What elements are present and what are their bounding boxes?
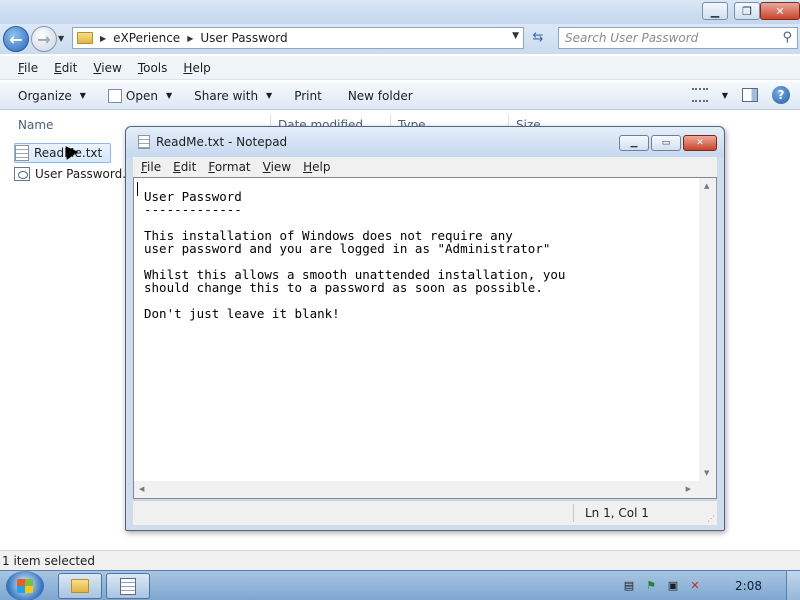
preview-pane-icon[interactable] (742, 88, 758, 102)
text-caret (137, 182, 138, 196)
show-desktop-button[interactable] (786, 571, 800, 600)
horizontal-scrollbar[interactable]: ◀ ▶ (134, 481, 699, 498)
scroll-corner (699, 481, 716, 498)
refresh-icon[interactable]: ⇆ (527, 28, 549, 48)
clock[interactable]: 2:08 (735, 579, 762, 593)
open-button[interactable]: Open ▼ (100, 88, 180, 103)
recent-pages-dropdown[interactable]: ▼ (58, 34, 64, 43)
back-button[interactable]: ← (3, 26, 29, 52)
explorer-icon (71, 579, 89, 593)
menu-help[interactable]: Help (175, 61, 218, 75)
taskbar-notepad-button[interactable] (106, 573, 150, 599)
notepad-text-area[interactable]: User Password ------------- This install… (133, 177, 717, 499)
menu-file[interactable]: File (10, 61, 46, 75)
breadcrumb-arrow-icon[interactable]: ▶ (100, 34, 106, 43)
share-with-button[interactable]: Share with ▼ (186, 89, 280, 103)
organize-label: Organize (18, 88, 72, 103)
volume-muted-icon[interactable]: ✕ (687, 578, 703, 594)
breadcrumb-arrow-icon[interactable]: ▶ (187, 34, 193, 43)
system-tray: ▤ ⚑ ▣ ✕ (595, 573, 800, 599)
notepad-maximize-button[interactable]: ▭ (651, 135, 681, 151)
notepad-menu-help[interactable]: Help (297, 160, 336, 174)
close-button[interactable]: ✕ (760, 2, 800, 20)
print-label: Print (294, 88, 322, 103)
notepad-titlebar[interactable]: ReadMe.txt - Notepad ▁ ▭ ✕ (126, 127, 724, 157)
notepad-icon (138, 135, 150, 149)
chevron-down-icon: ▼ (266, 91, 273, 100)
windows-logo-icon (17, 579, 33, 593)
search-input[interactable]: Search User Password ⚲ (558, 27, 798, 49)
scroll-right-icon[interactable]: ▶ (686, 485, 691, 493)
organize-button[interactable]: Organize ▼ (10, 89, 94, 103)
status-bar: 1 item selected (0, 550, 800, 570)
batch-file-icon (14, 167, 30, 181)
search-icon[interactable]: ⚲ (782, 30, 792, 45)
column-name[interactable]: Name (18, 118, 53, 132)
notepad-menu-view[interactable]: View (257, 160, 297, 174)
help-icon[interactable]: ? (772, 86, 790, 104)
change-view-icon[interactable] (691, 88, 708, 102)
file-name: User Password.b (35, 167, 134, 181)
menu-tools[interactable]: Tools (130, 61, 176, 75)
address-row: ← → ▼ ▶ eXPerience ▶ User Password ▼ ⇆ S… (0, 24, 800, 54)
notepad-menubar: File Edit Format View Help (133, 157, 717, 177)
notepad-title: ReadMe.txt - Notepad (156, 135, 288, 149)
new-folder-label: New folder (347, 88, 413, 103)
notepad-content[interactable]: User Password ------------- This install… (144, 190, 694, 320)
maximize-button[interactable]: ❐ (734, 2, 760, 20)
breadcrumb-experience[interactable]: eXPerience (113, 31, 180, 45)
open-with-icon (107, 88, 122, 103)
minimize-button[interactable]: ▁ (702, 2, 728, 20)
notepad-window: ReadMe.txt - Notepad ▁ ▭ ✕ File Edit For… (125, 126, 725, 531)
notepad-menu-file[interactable]: File (135, 160, 167, 174)
status-divider (573, 504, 574, 522)
text-file-icon (15, 145, 29, 161)
selection-status: 1 item selected (2, 554, 96, 568)
notepad-status-bar: Ln 1, Col 1 ⋰ (133, 500, 717, 525)
file-item-user-password[interactable]: User Password.b (14, 164, 142, 184)
chevron-down-icon[interactable]: ▼ (722, 91, 728, 100)
vertical-scrollbar[interactable]: ▲ ▼ (699, 178, 716, 481)
notepad-icon (120, 577, 136, 595)
notepad-menu-format[interactable]: Format (202, 160, 256, 174)
notepad-menu-edit[interactable]: Edit (167, 160, 202, 174)
print-button[interactable]: Print (286, 89, 330, 103)
open-label: Open (125, 88, 158, 103)
network-icon[interactable]: ▣ (665, 578, 681, 594)
start-button[interactable] (6, 571, 44, 600)
share-with-label: Share with (194, 88, 259, 103)
chevron-down-icon: ▼ (79, 91, 86, 100)
command-bar: Organize ▼ Open ▼ Share with ▼ Print New… (0, 82, 800, 110)
notepad-minimize-button[interactable]: ▁ (619, 135, 649, 151)
address-bar[interactable]: ▶ eXPerience ▶ User Password ▼ (72, 27, 524, 49)
forward-button[interactable]: → (31, 26, 57, 52)
breadcrumb-user-password[interactable]: User Password (200, 31, 287, 45)
chevron-down-icon: ▼ (165, 91, 173, 100)
cursor-position: Ln 1, Col 1 (585, 506, 649, 520)
new-folder-button[interactable]: New folder (340, 89, 421, 103)
notepad-tray-icon[interactable]: ▤ (621, 578, 637, 594)
explorer-titlebar: ▁ ❐ ✕ (0, 0, 800, 24)
scroll-up-icon[interactable]: ▲ (704, 182, 709, 190)
notepad-close-button[interactable]: ✕ (683, 135, 717, 151)
menu-view[interactable]: View (85, 61, 129, 75)
address-dropdown-icon[interactable]: ▼ (512, 31, 519, 41)
search-placeholder: Search User Password (565, 31, 699, 45)
taskbar-explorer-button[interactable] (58, 573, 102, 599)
resize-grip-icon[interactable]: ⋰ (707, 514, 715, 523)
taskbar: ▤ ⚑ ▣ ✕ 2:08 (0, 570, 800, 600)
explorer-menubar: File Edit View Tools Help (0, 56, 800, 80)
menu-edit[interactable]: Edit (46, 61, 85, 75)
scroll-left-icon[interactable]: ◀ (139, 485, 144, 493)
action-center-icon[interactable]: ⚑ (643, 578, 659, 594)
scroll-down-icon[interactable]: ▼ (704, 469, 709, 477)
folder-icon (77, 32, 93, 44)
